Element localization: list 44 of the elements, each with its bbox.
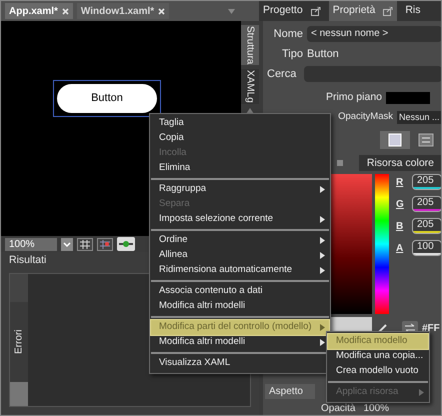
type-label: Tipo	[281, 46, 303, 62]
opacity-label: Opacità	[321, 403, 356, 415]
channel-field[interactable]: 205	[412, 196, 441, 212]
channel-field[interactable]: 205	[412, 174, 441, 190]
name-field[interactable]: < nessun nome >	[307, 26, 441, 42]
menu-item[interactable]: Crea modello vuoto	[328, 364, 428, 379]
hex-value: #FF	[422, 322, 440, 336]
panel-tab[interactable]: Ris	[401, 1, 424, 21]
menu-item[interactable]: Allinea	[151, 248, 329, 263]
canvas-button[interactable]: Button	[57, 84, 157, 113]
name-label: Nome	[272, 26, 303, 42]
menu-item[interactable]: Elimina	[151, 161, 329, 176]
menu-item[interactable]: Ordine	[151, 233, 329, 248]
zoom-field[interactable]: 100%	[5, 238, 57, 250]
menu-item[interactable]: Modifica altri modelli	[151, 299, 329, 314]
menu-item[interactable]: Visualizza XAML	[151, 356, 329, 371]
menu-item[interactable]: Copia	[151, 131, 329, 146]
channel-label: B	[396, 220, 404, 234]
channel-label: G	[396, 198, 405, 212]
panel-tab[interactable]: Progetto	[259, 1, 325, 21]
channel-label: A	[396, 242, 404, 256]
opacity-mask-field[interactable]: Nessun ...	[397, 110, 441, 124]
type-value: Button	[307, 46, 339, 62]
menu-item[interactable]: Associa contenuto a dati	[151, 284, 329, 299]
errors-tab[interactable]: Errori	[10, 302, 28, 382]
menu-item[interactable]: Modifica altri modelli	[151, 335, 329, 350]
foreground-label: Primo piano	[326, 90, 382, 106]
channel-field[interactable]: 100	[412, 240, 441, 256]
opacity-value: 100%	[363, 403, 390, 415]
menu-item[interactable]: Modifica una copia...	[328, 349, 428, 364]
menu-item[interactable]: Imposta selezione corrente	[151, 212, 329, 227]
appearance-header: Aspetto	[265, 384, 315, 399]
channel-field[interactable]: 205	[412, 218, 441, 234]
search-label: Cerca	[266, 66, 298, 82]
document-tab[interactable]: App.xaml*	[5, 3, 73, 19]
panel-tab[interactable]: Proprietà	[328, 1, 398, 21]
opacity-mask-label: OpacityMask	[338, 110, 393, 124]
document-tab[interactable]: Window1.xaml*	[76, 3, 170, 19]
menu-item[interactable]: Ridimensiona automaticamente	[151, 263, 329, 278]
color-resource-tab[interactable]: Risorsa colore	[358, 155, 441, 171]
menu-item[interactable]: Taglia	[151, 116, 329, 131]
channel-label: R	[396, 176, 404, 190]
menu-item[interactable]: Raggruppa	[151, 182, 329, 197]
results-title: Risultati	[9, 252, 46, 268]
